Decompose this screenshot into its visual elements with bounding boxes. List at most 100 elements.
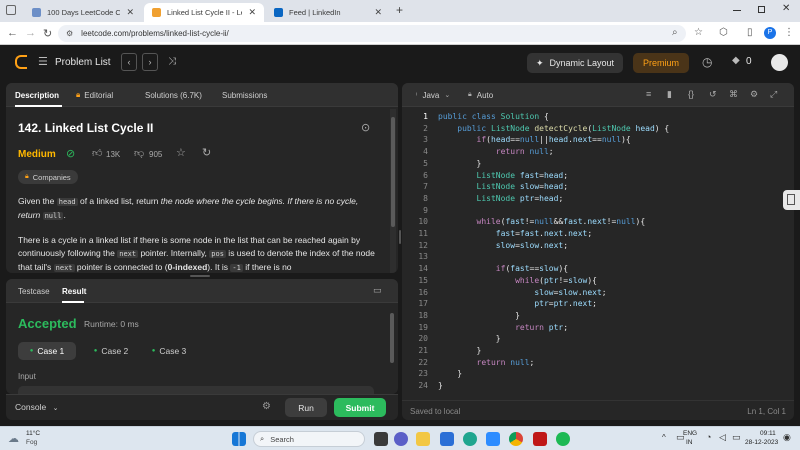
tab-result[interactable]: Result bbox=[62, 279, 86, 303]
code-line[interactable]: 11 fast=fast.next.next; bbox=[402, 228, 782, 240]
bookmark-star-icon[interactable]: ☆ bbox=[694, 27, 703, 38]
code-line[interactable]: 10 while(fast!=null&&fast.next!=null){ bbox=[402, 216, 782, 228]
clock-time[interactable]: 09:11 bbox=[760, 430, 776, 437]
thumbs-up-icon[interactable]: 👍︎ bbox=[92, 147, 102, 159]
premium-button[interactable]: Premium bbox=[633, 53, 689, 73]
companies-tag[interactable]: 🔒︎ Companies bbox=[18, 170, 78, 184]
prev-problem-button[interactable]: ‹ bbox=[121, 53, 137, 71]
address-bar[interactable]: ⚙ leetcode.com/problems/linked-list-cycl… bbox=[58, 25, 686, 42]
side-notes-button[interactable] bbox=[783, 190, 800, 210]
file-explorer-icon[interactable] bbox=[416, 432, 430, 446]
timer-icon[interactable]: ◷ bbox=[702, 55, 712, 69]
chrome-icon[interactable] bbox=[509, 432, 523, 446]
user-avatar[interactable] bbox=[771, 54, 788, 71]
close-icon[interactable]: ✕ bbox=[248, 7, 256, 18]
close-icon[interactable]: ✕ bbox=[374, 7, 382, 18]
more-options-icon[interactable]: ⊙ bbox=[361, 121, 370, 134]
battery-icon[interactable]: ▭ bbox=[732, 432, 741, 443]
thumbs-down-icon[interactable]: 👎︎ bbox=[134, 147, 144, 159]
chat-icon[interactable] bbox=[394, 432, 408, 446]
spotify-icon[interactable] bbox=[556, 432, 570, 446]
wifi-icon[interactable]: ◔ bbox=[706, 432, 711, 442]
code-line[interactable]: 17 ptr=ptr.next; bbox=[402, 298, 782, 310]
minimize-icon[interactable] bbox=[733, 10, 741, 11]
case-3-button[interactable]: ● Case 3 bbox=[140, 342, 198, 360]
vertical-splitter[interactable] bbox=[399, 230, 401, 244]
zoom-icon[interactable]: ⌕ bbox=[672, 27, 678, 38]
site-info-icon[interactable]: ⚙ bbox=[66, 29, 73, 38]
shortcuts-icon[interactable]: ⌘ bbox=[729, 89, 738, 100]
auto-mode-toggle[interactable]: 🔒︎ Auto bbox=[468, 83, 493, 107]
code-area[interactable]: 1 public class Solution {2 public ListNod… bbox=[402, 111, 782, 401]
store-icon[interactable] bbox=[440, 432, 454, 446]
scrollbar-thumb[interactable] bbox=[391, 117, 395, 227]
tab-search-icon[interactable] bbox=[6, 5, 16, 15]
code-line[interactable]: 6 ListNode fast=head; bbox=[402, 170, 782, 182]
streak-fire-icon[interactable]: ◆ bbox=[732, 55, 740, 66]
code-line[interactable]: 14 if(fast==slow){ bbox=[402, 263, 782, 275]
settings-gear-icon[interactable]: ⚙ bbox=[750, 89, 758, 100]
code-line[interactable]: 13 bbox=[402, 251, 782, 263]
zoom-app-icon[interactable] bbox=[486, 432, 500, 446]
collapse-panel-icon[interactable]: ▭ bbox=[373, 285, 382, 296]
favorite-star-icon[interactable]: ☆ bbox=[176, 146, 186, 159]
code-line[interactable]: 23 } bbox=[402, 368, 782, 380]
leetcode-logo-icon[interactable] bbox=[15, 55, 27, 69]
next-problem-button[interactable]: › bbox=[142, 53, 158, 71]
code-line[interactable]: 3 if(head==null||head.next==null){ bbox=[402, 134, 782, 146]
task-view-icon[interactable] bbox=[374, 432, 388, 446]
code-line[interactable]: 4 return null; bbox=[402, 146, 782, 158]
code-line[interactable]: 9 bbox=[402, 205, 782, 217]
reset-icon[interactable]: ↺ bbox=[709, 89, 717, 100]
notification-icon[interactable]: ◉ bbox=[783, 432, 791, 443]
code-line[interactable]: 5 } bbox=[402, 158, 782, 170]
extensions-icon[interactable]: ⬡ bbox=[719, 27, 728, 38]
format-braces-icon[interactable]: {} bbox=[688, 89, 694, 99]
share-icon[interactable]: ↻ bbox=[202, 146, 211, 159]
language-eng[interactable]: ENG bbox=[683, 430, 697, 437]
language-in[interactable]: IN bbox=[686, 439, 693, 446]
sidebar-icon[interactable]: ▯ bbox=[747, 27, 753, 38]
windows-start-icon[interactable] bbox=[232, 432, 246, 446]
back-icon[interactable]: ← bbox=[7, 27, 18, 39]
new-tab-button[interactable]: + bbox=[396, 3, 403, 17]
tab-solutions[interactable]: Solutions (6.7K) bbox=[145, 83, 202, 107]
tab-testcase[interactable]: Testcase bbox=[18, 279, 50, 303]
close-icon[interactable]: ✕ bbox=[126, 7, 134, 18]
code-line[interactable]: 19 return ptr; bbox=[402, 322, 782, 334]
tray-chevron-icon[interactable]: ^ bbox=[662, 433, 666, 442]
fullscreen-icon[interactable]: ⤢ bbox=[770, 89, 777, 100]
code-line[interactable]: 18 } bbox=[402, 310, 782, 322]
case-2-button[interactable]: ● Case 2 bbox=[82, 342, 140, 360]
code-line[interactable]: 1 public class Solution { bbox=[402, 111, 782, 123]
problem-list-link[interactable]: Problem List bbox=[55, 57, 111, 68]
code-line[interactable]: 22 return null; bbox=[402, 357, 782, 369]
volume-icon[interactable]: ◁ bbox=[719, 432, 726, 443]
code-line[interactable]: 21 } bbox=[402, 345, 782, 357]
taskbar-search[interactable]: ⌕ Search bbox=[253, 431, 365, 447]
weather-icon[interactable]: ☁ bbox=[8, 432, 19, 445]
menu-dots-icon[interactable]: ⋮ bbox=[784, 27, 794, 38]
tab-submissions[interactable]: Submissions bbox=[222, 83, 267, 107]
reload-icon[interactable]: ↻ bbox=[43, 27, 52, 40]
dynamic-layout-button[interactable]: ✦ Dynamic Layout bbox=[527, 53, 623, 73]
debug-bug-icon[interactable]: ⚙ bbox=[262, 401, 271, 412]
mcafee-icon[interactable] bbox=[533, 432, 547, 446]
console-toggle[interactable]: Console ⌄ bbox=[15, 402, 58, 412]
forward-icon[interactable]: → bbox=[25, 27, 36, 39]
code-line[interactable]: 12 slow=slow.next; bbox=[402, 240, 782, 252]
tab-linkedin[interactable]: Feed | LinkedIn ✕ bbox=[266, 3, 390, 22]
profile-avatar[interactable]: P bbox=[764, 27, 776, 39]
case-1-button[interactable]: ● Case 1 bbox=[18, 342, 76, 360]
run-button[interactable]: Run bbox=[285, 398, 327, 417]
code-line[interactable]: 20 } bbox=[402, 333, 782, 345]
result-scrollbar-thumb[interactable] bbox=[390, 313, 394, 363]
edge-icon[interactable] bbox=[463, 432, 477, 446]
code-line[interactable]: 24} bbox=[402, 380, 782, 392]
code-line[interactable]: 7 ListNode slow=head; bbox=[402, 181, 782, 193]
notes-icon[interactable]: ≡ bbox=[646, 89, 651, 99]
shuffle-icon[interactable]: ⤨ bbox=[168, 56, 176, 67]
tab-linked-list-cycle[interactable]: Linked List Cycle II - LeetCode ✕ bbox=[144, 3, 264, 22]
horizontal-splitter[interactable] bbox=[190, 275, 210, 277]
code-line[interactable]: 8 ListNode ptr=head; bbox=[402, 193, 782, 205]
